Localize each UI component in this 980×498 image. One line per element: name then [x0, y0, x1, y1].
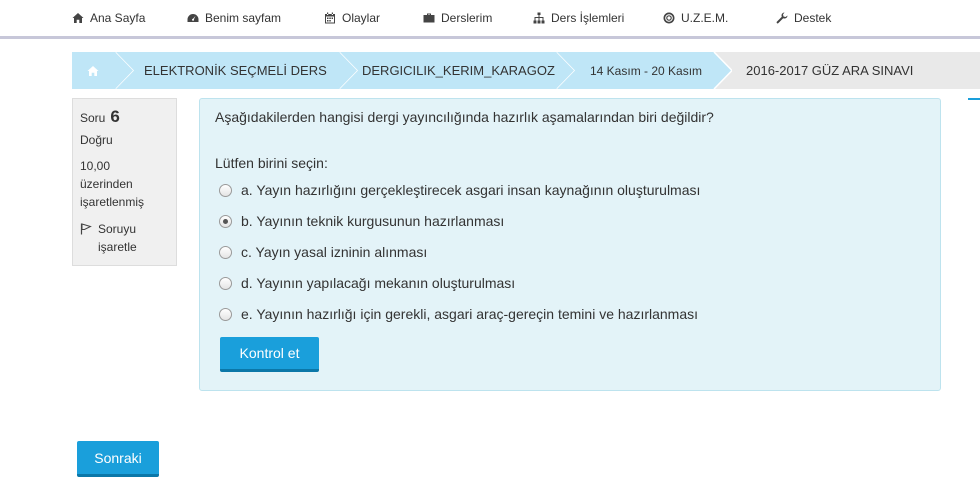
- breadcrumb: ELEKTRONİK SEÇMELİ DERS DERGICILIK_KERIM…: [72, 52, 980, 89]
- nav-item-ders-islemleri[interactable]: Ders İşlemleri: [533, 10, 624, 26]
- nav-item-destek[interactable]: Destek: [776, 10, 831, 26]
- question-number: Soru 6: [80, 107, 169, 127]
- radio-button[interactable]: [219, 276, 232, 290]
- breadcrumb-item-week[interactable]: 14 Kasım - 20 Kasım: [590, 52, 702, 89]
- nav-item-label: Olaylar: [342, 11, 381, 25]
- breadcrumb-home[interactable]: [87, 52, 99, 89]
- question-number-label: Soru: [80, 111, 106, 125]
- question-info-panel: Soru 6 Doğru 10,00 üzerinden işaretlenmi…: [72, 98, 177, 266]
- flag-icon: [80, 223, 92, 235]
- breadcrumb-item-quiz[interactable]: 2016-2017 GÜZ ARA SINAVI: [746, 52, 913, 89]
- wrench-icon: [776, 12, 788, 24]
- flag-question-toggle[interactable]: Soruyu işaretle: [80, 220, 169, 256]
- radio-button[interactable]: [219, 307, 232, 321]
- top-navigation: Ana Sayfa Benim sayfam Olaylar Derslerim…: [0, 0, 980, 36]
- answer-prompt: Lütfen birini seçin:: [215, 155, 328, 171]
- nav-item-olaylar[interactable]: Olaylar: [324, 10, 380, 26]
- answer-option-d[interactable]: d. Yayının yapılacağı mekanın oluşturulm…: [219, 273, 515, 293]
- sitemap-icon: [533, 12, 545, 24]
- check-answer-button[interactable]: Kontrol et: [220, 337, 319, 372]
- answer-option-label: c. Yayın yasal izninin alınması: [241, 244, 428, 260]
- nav-item-label: U.Z.E.M.: [681, 11, 729, 25]
- nav-item-ana-sayfa[interactable]: Ana Sayfa: [72, 10, 145, 26]
- briefcase-icon: [423, 13, 435, 23]
- nav-divider: [0, 36, 980, 39]
- answer-option-label: b. Yayının teknik kurgusunun hazırlanmas…: [241, 213, 505, 229]
- nav-item-uzem[interactable]: U.Z.E.M.: [663, 10, 728, 26]
- question-text: Aşağıdakilerden hangisi dergi yayıncılığ…: [215, 109, 714, 125]
- flag-question-label: Soruyu işaretle: [98, 222, 137, 254]
- home-icon: [87, 65, 99, 76]
- nav-item-derslerim[interactable]: Derslerim: [423, 10, 492, 26]
- radio-button[interactable]: [219, 183, 232, 197]
- radio-button-selected[interactable]: [219, 214, 232, 228]
- lifebuoy-icon: [663, 12, 675, 24]
- next-page-button[interactable]: Sonraki: [77, 441, 159, 477]
- answer-option-label: e. Yayının hazırlığı için gerekli, asgar…: [241, 306, 699, 322]
- answer-option-b[interactable]: b. Yayının teknik kurgusunun hazırlanmas…: [219, 211, 504, 231]
- question-grade: 10,00 üzerinden işaretlenmiş: [80, 159, 145, 209]
- question-state: Doğru: [80, 133, 113, 147]
- answer-option-label: a. Yayın hazırlığını gerçekleştirecek as…: [241, 182, 701, 198]
- nav-item-benim-sayfam[interactable]: Benim sayfam: [187, 10, 281, 26]
- nav-item-label: Benim sayfam: [205, 11, 282, 25]
- calendar-icon: [325, 12, 335, 24]
- edge-accent-mark: [968, 98, 980, 100]
- radio-button[interactable]: [219, 245, 232, 259]
- nav-item-label: Ders İşlemleri: [551, 11, 625, 25]
- nav-item-label: Ana Sayfa: [90, 11, 146, 25]
- nav-item-label: Destek: [794, 11, 832, 25]
- answer-option-c[interactable]: c. Yayın yasal izninin alınması: [219, 242, 427, 262]
- nav-item-label: Derslerim: [441, 11, 493, 25]
- answer-option-label: d. Yayının yapılacağı mekanın oluşturulm…: [241, 275, 516, 291]
- question-number-value: 6: [110, 107, 120, 126]
- breadcrumb-item-course-category[interactable]: ELEKTRONİK SEÇMELİ DERS: [144, 52, 327, 89]
- dashboard-icon: [187, 14, 199, 22]
- answer-option-a[interactable]: a. Yayın hazırlığını gerçekleştirecek as…: [219, 180, 700, 200]
- question-content: Aşağıdakilerden hangisi dergi yayıncılığ…: [199, 98, 941, 391]
- home-icon: [72, 13, 84, 23]
- answer-option-e[interactable]: e. Yayının hazırlığı için gerekli, asgar…: [219, 304, 698, 324]
- breadcrumb-item-course[interactable]: DERGICILIK_KERIM_KARAGOZ: [362, 52, 555, 89]
